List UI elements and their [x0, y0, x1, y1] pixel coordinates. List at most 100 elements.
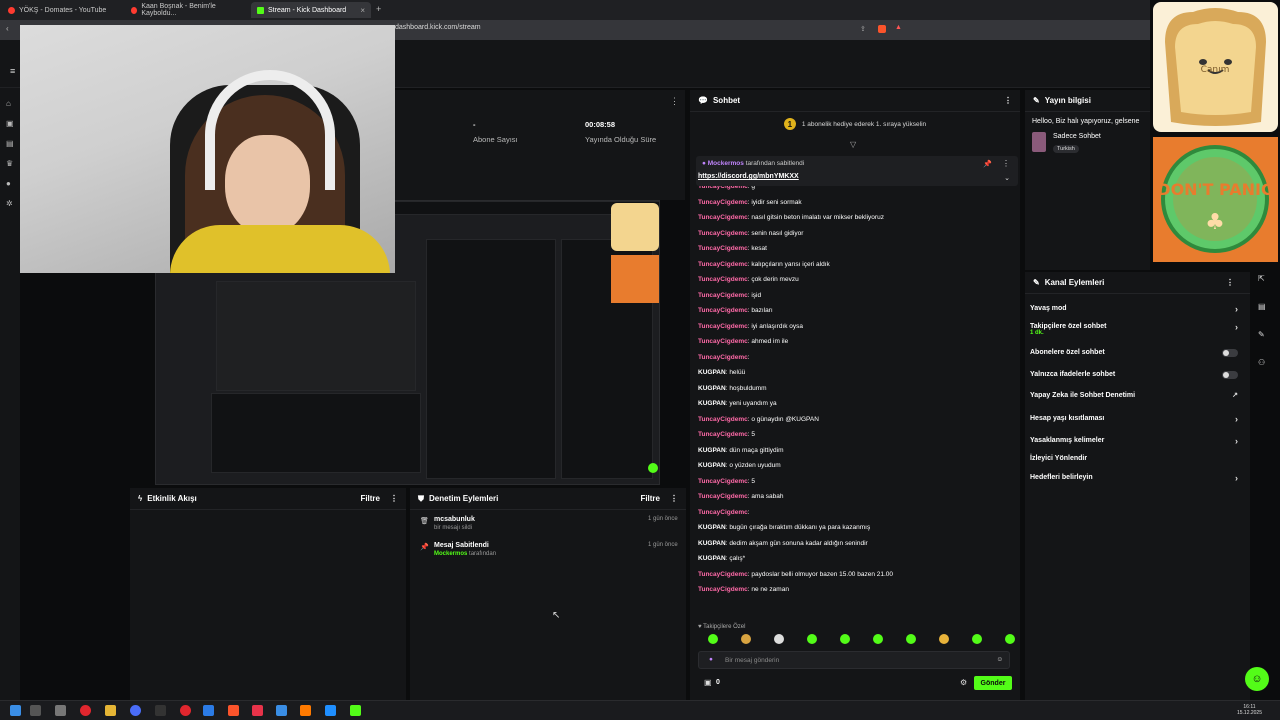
chat-username[interactable]: KUGPAN	[698, 524, 726, 531]
more-icon[interactable]: ⋮	[1004, 96, 1012, 105]
chat-username[interactable]: TuncayCigdemc	[698, 323, 748, 330]
gear-icon[interactable]: ⚙	[960, 678, 967, 687]
kick-icon[interactable]	[350, 705, 361, 716]
chat-username[interactable]: KUGPAN	[698, 400, 726, 407]
chat-username[interactable]: KUGPAN	[698, 462, 726, 469]
chat-username[interactable]: TuncayCigdemc	[698, 292, 748, 299]
toggle-switch[interactable]	[1222, 371, 1238, 379]
emote-icon[interactable]	[939, 634, 949, 644]
more-icon[interactable]: ⋮	[1002, 159, 1010, 168]
chevron-down-icon[interactable]: ⌄	[1004, 174, 1010, 182]
pinned-by-user[interactable]: Mockermos	[708, 160, 744, 167]
chat-username[interactable]: TuncayCigdemc	[698, 186, 748, 190]
system-clock[interactable]: 16:11 15.12.2025	[1237, 704, 1262, 716]
channel-action-item[interactable]: Yavaş mod ›	[1030, 304, 1240, 314]
chat-username[interactable]: TuncayCigdemc	[698, 509, 748, 516]
channel-action-item[interactable]: Yapay Zeka ile Sohbet Denetimi ↗	[1030, 392, 1240, 399]
brave-shield-icon[interactable]	[878, 25, 886, 33]
chest-icon[interactable]: ▣	[704, 678, 712, 687]
chat-username[interactable]: TuncayCigdemc	[698, 276, 748, 283]
chat-username[interactable]: KUGPAN	[698, 540, 726, 547]
chart-icon[interactable]: ▤	[6, 140, 14, 148]
chat-username[interactable]: KUGPAN	[698, 555, 726, 562]
chat-username[interactable]: KUGPAN	[698, 447, 726, 454]
obs-icon[interactable]	[180, 705, 191, 716]
emote-icon[interactable]	[906, 634, 916, 644]
home-icon[interactable]: ⌂	[6, 100, 14, 108]
channel-action-item[interactable]: Hesap yaşı kısıtlaması ›	[1030, 414, 1240, 424]
share-icon[interactable]: ⇪	[860, 25, 866, 33]
pinned-link[interactable]: https://discord.gg/mbnYMKXX	[698, 173, 799, 180]
chat-input[interactable]: ● Bir mesaj gönderin ☺	[698, 651, 1010, 669]
channel-action-item[interactable]: Takipçilere özel sohbet 1 dk. ›	[1030, 322, 1240, 336]
wrench-icon[interactable]: ✎	[1258, 330, 1265, 339]
vscode-icon[interactable]	[203, 705, 214, 716]
chevron-right-icon[interactable]: ›	[1235, 304, 1238, 314]
taskview-icon[interactable]	[30, 705, 41, 716]
emote-icon[interactable]	[840, 634, 850, 644]
chat-username[interactable]: TuncayCigdemc	[698, 230, 748, 237]
url-text[interactable]: dashboard.kick.com/stream	[395, 24, 481, 31]
channel-action-item[interactable]: Hedefleri belirleyin ›	[1030, 473, 1240, 483]
external-link-icon[interactable]: ↗	[1232, 391, 1238, 399]
stream-icon[interactable]: ▣	[6, 120, 14, 128]
more-icon[interactable]: ⋮	[670, 96, 679, 107]
app-icon[interactable]	[325, 705, 336, 716]
user-icon[interactable]: ●	[6, 180, 14, 188]
brave-icon[interactable]	[228, 705, 239, 716]
emote-icon[interactable]	[774, 634, 784, 644]
emoji-icon[interactable]: ☺	[996, 656, 1003, 663]
chat-username[interactable]: TuncayCigdemc	[698, 261, 748, 268]
emote-icon[interactable]	[807, 634, 817, 644]
app-icon[interactable]	[155, 705, 166, 716]
chat-username[interactable]: KUGPAN	[698, 369, 726, 376]
chat-username[interactable]: TuncayCigdemc	[698, 431, 748, 438]
more-icon[interactable]: ⋮	[390, 494, 398, 503]
chevron-right-icon[interactable]: ›	[1235, 473, 1238, 483]
moderation-item-user[interactable]: Mockermos	[434, 551, 467, 557]
chat-username[interactable]: TuncayCigdemc	[698, 586, 748, 593]
more-icon[interactable]: ⋮	[1226, 278, 1234, 287]
back-icon[interactable]: ‹	[6, 24, 9, 33]
trophy-icon[interactable]: ♛	[6, 160, 14, 168]
close-tab-icon[interactable]: ×	[360, 6, 365, 15]
chrome-icon[interactable]	[130, 705, 141, 716]
tab-youtube[interactable]: YÖKŞ - Domates - YouTube	[2, 2, 122, 18]
explorer-icon[interactable]	[55, 705, 66, 716]
pinned-message[interactable]: ● Mockermos tarafından sabitlendi https:…	[696, 156, 1018, 186]
chevron-right-icon[interactable]: ›	[1235, 414, 1238, 424]
emote-icon[interactable]	[741, 634, 751, 644]
chevron-right-icon[interactable]: ›	[1235, 322, 1238, 332]
moderation-filter-button[interactable]: Filtre	[640, 494, 660, 503]
folder-icon[interactable]	[105, 705, 116, 716]
app-icon[interactable]	[276, 705, 287, 716]
people-icon[interactable]: ⚇	[1258, 358, 1265, 367]
layout-icon[interactable]: ▤	[1258, 302, 1266, 311]
channel-action-item[interactable]: İzleyici Yönlendir	[1030, 455, 1240, 462]
expand-icon[interactable]: ⇱	[1258, 274, 1265, 283]
activity-filter-button[interactable]: Filtre	[360, 494, 380, 503]
channel-action-item[interactable]: Yasaklanmış kelimeler ›	[1030, 436, 1240, 446]
send-button[interactable]: Gönder	[974, 676, 1012, 690]
more-icon[interactable]: ⋮	[670, 494, 678, 503]
gear-icon[interactable]: ✲	[6, 200, 14, 208]
chat-username[interactable]: KUGPAN	[698, 385, 726, 392]
gift-leaderboard-notice[interactable]: 1 1 abonelik hediye ederek 1. sıraya yük…	[690, 114, 1020, 134]
chat-username[interactable]: TuncayCigdemc	[698, 571, 748, 578]
support-fab[interactable]: ☺	[1245, 667, 1269, 691]
stream-category[interactable]: Sadece Sohbet	[1053, 133, 1101, 140]
chevron-right-icon[interactable]: ›	[1235, 436, 1238, 446]
emote-icon[interactable]	[972, 634, 982, 644]
warning-icon[interactable]: ▲	[895, 24, 902, 31]
chat-username[interactable]: TuncayCigdemc	[698, 199, 748, 206]
channel-action-item[interactable]: Yalnızca ifadelerle sohbet	[1030, 371, 1240, 379]
app-icon[interactable]	[300, 705, 311, 716]
menu-icon[interactable]: ≡	[10, 66, 15, 76]
tab-music[interactable]: Kaan Boşnak - Benim'le Kayboldu...	[125, 2, 248, 18]
chat-username[interactable]: TuncayCigdemc	[698, 416, 748, 423]
opera-icon[interactable]	[80, 705, 91, 716]
tab-kick-dashboard[interactable]: Stream - Kick Dashboard ×	[251, 2, 371, 18]
chat-username[interactable]: TuncayCigdemc	[698, 214, 748, 221]
start-icon[interactable]	[10, 705, 21, 716]
chat-username[interactable]: TuncayCigdemc	[698, 307, 748, 314]
